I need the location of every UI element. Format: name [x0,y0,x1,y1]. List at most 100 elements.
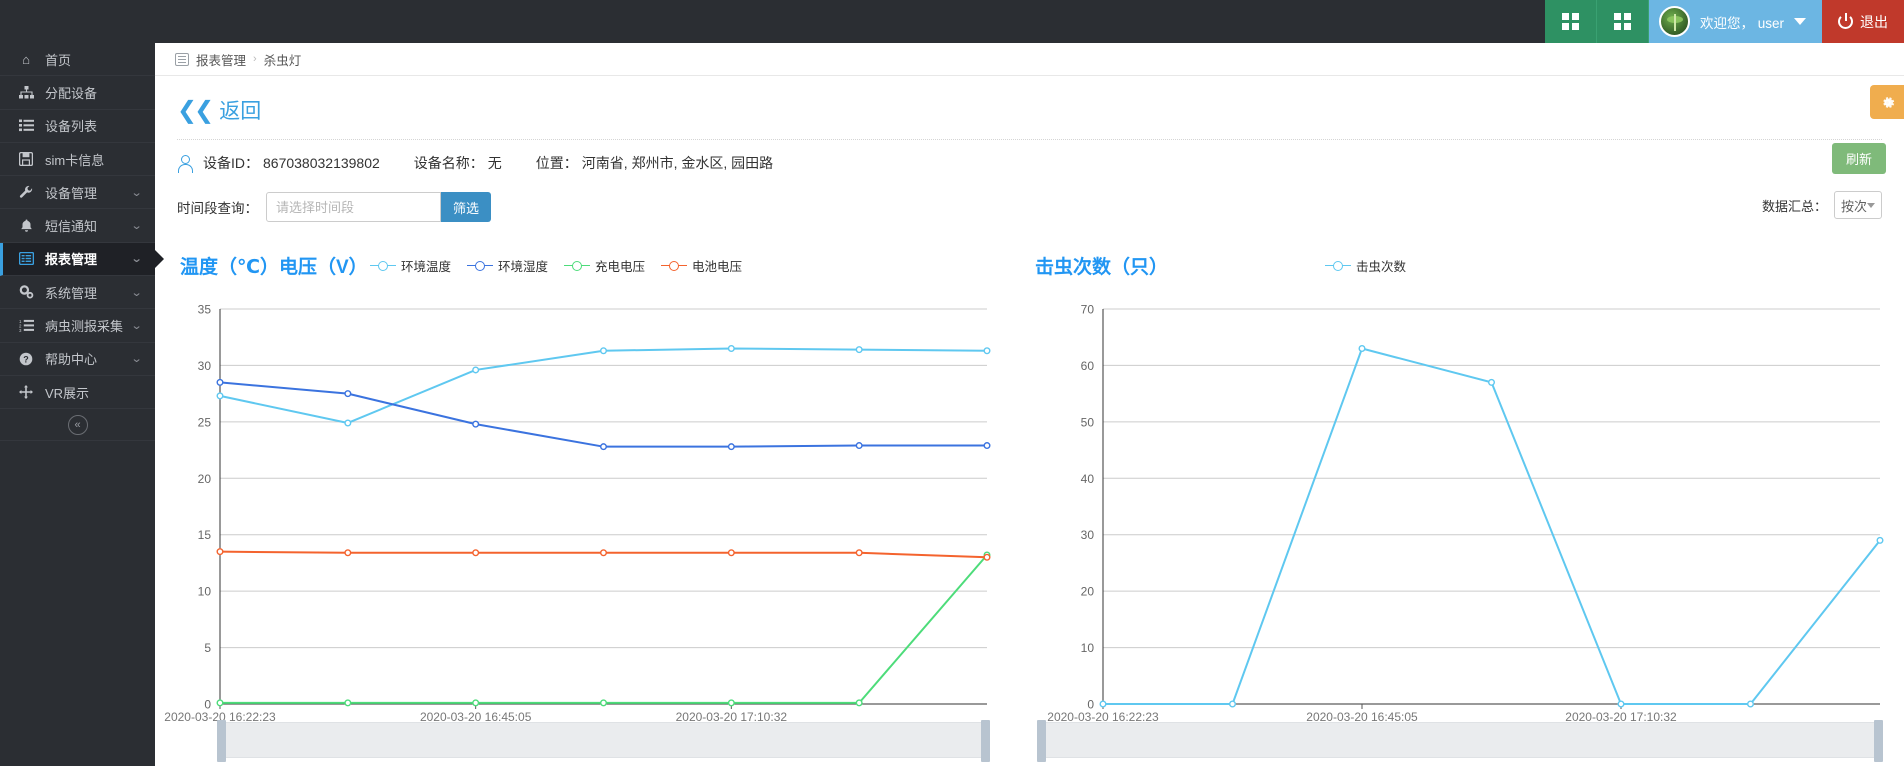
data-summary-select[interactable]: 按次 [1834,191,1882,219]
chevron-double-left-icon: ❮❮ [177,96,211,125]
power-icon [1838,14,1853,29]
time-range-input[interactable] [266,192,441,222]
sidebar-item-label: 设备列表 [45,116,141,135]
sidebar-item-help-center[interactable]: ? 帮助中心 ⌄ [0,343,155,376]
svg-text:50: 50 [1081,415,1095,429]
report-icon [16,252,36,265]
chart-datazoom-scrollbar[interactable] [1040,722,1880,758]
datazoom-handle-right[interactable] [981,720,990,762]
wrench-icon [16,185,36,199]
qr-code-button-1[interactable] [1545,0,1597,43]
user-icon [177,155,191,171]
chevron-down-icon: ⌄ [130,252,142,265]
legend-item[interactable]: 环境湿度 [467,256,548,275]
list-icon [16,119,36,132]
sidebar: ⌂ 首页 分配设备 设备列表 sim卡信息 设备管理 ⌄ 短信通知 ⌄ [0,43,155,766]
sidebar-item-assign-device[interactable]: 分配设备 [0,76,155,109]
sidebar-item-report-management[interactable]: 报表管理 ⌄ [0,243,155,276]
home-icon: ⌂ [16,52,36,67]
sidebar-item-device-list[interactable]: 设备列表 [0,110,155,143]
sidebar-item-label: sim卡信息 [45,150,141,169]
sidebar-item-sms-notify[interactable]: 短信通知 ⌄ [0,209,155,242]
svg-text:30: 30 [1081,528,1095,542]
device-info-row: 设备ID： 867038032139802 设备名称： 无 位置： 河南省, 郑… [155,140,1904,173]
sidebar-item-home[interactable]: ⌂ 首页 [0,43,155,76]
return-row: ❮❮ 返回 [155,76,1904,139]
chart-legend: 环境温度 环境湿度 充电电压 电池电压 [370,256,742,275]
legend-label: 充电电压 [595,256,645,275]
sidebar-item-sim-info[interactable]: sim卡信息 [0,143,155,176]
device-id-value: 867038032139802 [263,155,380,171]
legend-label: 电池电压 [692,256,742,275]
legend-item[interactable]: 充电电压 [564,256,645,275]
report-icon [175,53,189,66]
top-header-bar: 欢迎您， user 退出 [0,0,1904,43]
back-button[interactable]: ❮❮ 返回 [177,95,261,125]
chart-datazoom-scrollbar[interactable] [220,722,987,758]
qr-code-icon [1562,13,1579,30]
welcome-text: 欢迎您， user [1700,12,1784,32]
sidebar-item-system-management[interactable]: 系统管理 ⌄ [0,276,155,309]
chart-title: 击虫次数（只） [1035,252,1168,279]
line-chart-svg: 0102030405060702020-03-20 16:22:232020-0… [1015,287,1904,766]
question-circle-icon: ? [16,352,36,366]
sidebar-item-label: 报表管理 [45,249,132,268]
legend-label: 击虫次数 [1356,256,1406,275]
sidebar-item-label: 系统管理 [45,283,132,302]
kill-count-chart-panel: 击虫次数（只） 击虫次数 0102030405060702020-03-20 1… [1015,243,1904,766]
legend-marker-icon [564,260,590,271]
legend-marker-icon [661,260,687,271]
gear-icon [1879,94,1896,111]
datazoom-handle-right[interactable] [1874,720,1883,762]
sidebar-item-vr-display[interactable]: VR展示 [0,376,155,409]
line-chart-svg: 051015202530352020-03-20 16:22:232020-03… [155,287,1015,766]
qr-code-button-2[interactable] [1597,0,1649,43]
chevron-down-icon [1867,203,1875,208]
breadcrumb-separator: › [253,53,257,65]
datazoom-handle-left[interactable] [217,720,226,762]
filter-button[interactable]: 筛选 [441,192,491,222]
sidebar-item-label: 设备管理 [45,183,132,202]
svg-text:10: 10 [1081,641,1095,655]
datazoom-handle-left[interactable] [1037,720,1046,762]
sidebar-item-label: 分配设备 [45,83,141,102]
legend-item[interactable]: 环境温度 [370,256,451,275]
filter-row: 时间段查询： 筛选 数据汇总： 按次 [155,191,1904,223]
chevron-left-icon: « [68,415,88,435]
device-location-label: 位置： [536,153,578,173]
svg-text:5: 5 [204,641,211,655]
sidebar-item-pest-collection[interactable]: 123 病虫测报采集 ⌄ [0,309,155,342]
sidebar-item-device-management[interactable]: 设备管理 ⌄ [0,176,155,209]
data-summary-value: 按次 [1841,196,1867,215]
device-location-value: 河南省, 郑州市, 金水区, 园田路 [582,153,773,173]
svg-text:?: ? [23,354,29,364]
chevron-down-icon: ⌄ [130,286,142,299]
settings-gear-button[interactable] [1870,85,1904,119]
numbered-list-icon: 123 [16,319,36,332]
logout-button[interactable]: 退出 [1822,0,1904,43]
user-menu[interactable]: 欢迎您， user [1649,0,1822,43]
sidebar-item-label: 首页 [45,50,141,69]
svg-text:20: 20 [198,472,212,486]
sidebar-item-label: 帮助中心 [45,349,132,368]
sidebar-collapse-button[interactable]: « [0,409,155,441]
chart-legend: 击虫次数 [1325,256,1406,275]
legend-marker-icon [467,260,493,271]
qr-code-icon [1614,13,1631,30]
temperature-voltage-chart-panel: 温度（℃）电压（V） 环境温度 环境湿度 充电电压 [155,243,1015,766]
svg-text:60: 60 [1081,359,1095,373]
breadcrumb-parent[interactable]: 报表管理 [196,50,246,69]
sidebar-item-label: 病虫测报采集 [45,316,132,335]
legend-item[interactable]: 电池电压 [661,256,742,275]
time-range-label: 时间段查询： [177,197,258,217]
svg-text:40: 40 [1081,472,1095,486]
svg-text:35: 35 [198,303,212,317]
svg-text:70: 70 [1081,303,1095,317]
legend-label: 环境湿度 [498,256,548,275]
legend-item[interactable]: 击虫次数 [1325,256,1406,275]
sidebar-item-label: VR展示 [45,383,141,402]
bell-icon [16,219,36,233]
refresh-button[interactable]: 刷新 [1832,143,1886,174]
svg-text:3: 3 [19,328,22,332]
main-content: 报表管理 › 杀虫灯 ❮❮ 返回 设备ID： 867038032139802 设… [155,43,1904,766]
